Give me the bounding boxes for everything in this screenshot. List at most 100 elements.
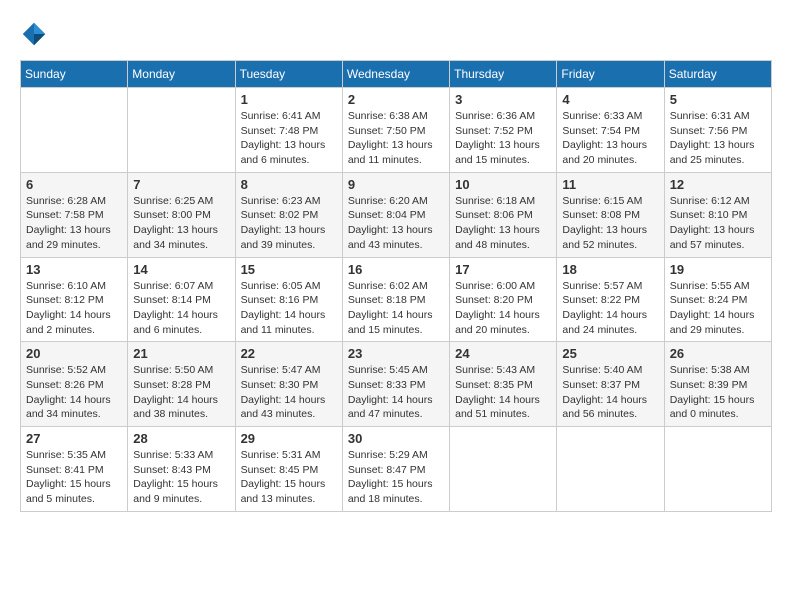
day-number: 7	[133, 177, 229, 192]
weekday-header-friday: Friday	[557, 61, 664, 88]
calendar-cell: 22 Sunrise: 5:47 AM Sunset: 8:30 PM Dayli…	[235, 342, 342, 427]
day-info: Sunrise: 6:36 AM Sunset: 7:52 PM Dayligh…	[455, 109, 551, 168]
weekday-header-thursday: Thursday	[450, 61, 557, 88]
day-info: Sunrise: 5:33 AM Sunset: 8:43 PM Dayligh…	[133, 448, 229, 507]
day-info: Sunrise: 5:40 AM Sunset: 8:37 PM Dayligh…	[562, 363, 658, 422]
weekday-header-row: SundayMondayTuesdayWednesdayThursdayFrid…	[21, 61, 772, 88]
calendar-cell: 17 Sunrise: 6:00 AM Sunset: 8:20 PM Dayli…	[450, 257, 557, 342]
weekday-header-saturday: Saturday	[664, 61, 771, 88]
day-info: Sunrise: 6:02 AM Sunset: 8:18 PM Dayligh…	[348, 279, 444, 338]
day-info: Sunrise: 5:57 AM Sunset: 8:22 PM Dayligh…	[562, 279, 658, 338]
day-number: 17	[455, 262, 551, 277]
calendar-cell	[664, 427, 771, 512]
day-number: 27	[26, 431, 122, 446]
calendar-cell: 21Sunrise: 5:50 AM Sunset: 8:28 PM Dayli…	[128, 342, 235, 427]
calendar: SundayMondayTuesdayWednesdayThursdayFrid…	[20, 60, 772, 512]
day-info: Sunrise: 5:38 AM Sunset: 8:39 PM Dayligh…	[670, 363, 766, 422]
day-number: 3	[455, 92, 551, 107]
day-info: Sunrise: 6:18 AM Sunset: 8:06 PM Dayligh…	[455, 194, 551, 253]
day-number: 5	[670, 92, 766, 107]
weekday-header-wednesday: Wednesday	[342, 61, 449, 88]
weekday-header-tuesday: Tuesday	[235, 61, 342, 88]
calendar-cell: 29Sunrise: 5:31 AM Sunset: 8:45 PM Dayli…	[235, 427, 342, 512]
day-number: 14	[133, 262, 229, 277]
calendar-week-5: 27 Sunrise: 5:35 AM Sunset: 8:41 PM Dayli…	[21, 427, 772, 512]
day-number: 13	[26, 262, 122, 277]
day-info: Sunrise: 6:05 AM Sunset: 8:16 PM Dayligh…	[241, 279, 337, 338]
calendar-cell	[557, 427, 664, 512]
calendar-cell: 12Sunrise: 6:12 AM Sunset: 8:10 PM Dayli…	[664, 172, 771, 257]
day-number: 28	[133, 431, 229, 446]
calendar-cell: 10 Sunrise: 6:18 AM Sunset: 8:06 PM Dayli…	[450, 172, 557, 257]
day-number: 10	[455, 177, 551, 192]
calendar-cell: 15 Sunrise: 6:05 AM Sunset: 8:16 PM Dayli…	[235, 257, 342, 342]
calendar-cell: 13 Sunrise: 6:10 AM Sunset: 8:12 PM Dayli…	[21, 257, 128, 342]
day-info: Sunrise: 6:23 AM Sunset: 8:02 PM Dayligh…	[241, 194, 337, 253]
calendar-cell	[128, 88, 235, 173]
calendar-cell: 11Sunrise: 6:15 AM Sunset: 8:08 PM Dayli…	[557, 172, 664, 257]
day-info: Sunrise: 6:38 AM Sunset: 7:50 PM Dayligh…	[348, 109, 444, 168]
day-number: 4	[562, 92, 658, 107]
calendar-cell: 4 Sunrise: 6:33 AM Sunset: 7:54 PM Daylig…	[557, 88, 664, 173]
day-info: Sunrise: 5:50 AM Sunset: 8:28 PM Dayligh…	[133, 363, 229, 422]
calendar-cell: 7 Sunrise: 6:25 AM Sunset: 8:00 PM Daylig…	[128, 172, 235, 257]
calendar-week-3: 13 Sunrise: 6:10 AM Sunset: 8:12 PM Dayli…	[21, 257, 772, 342]
day-number: 11	[562, 177, 658, 192]
day-number: 1	[241, 92, 337, 107]
day-number: 15	[241, 262, 337, 277]
day-info: Sunrise: 6:28 AM Sunset: 7:58 PM Dayligh…	[26, 194, 122, 253]
day-number: 2	[348, 92, 444, 107]
day-number: 6	[26, 177, 122, 192]
day-info: Sunrise: 5:45 AM Sunset: 8:33 PM Dayligh…	[348, 363, 444, 422]
day-number: 24	[455, 346, 551, 361]
calendar-cell: 5Sunrise: 6:31 AM Sunset: 7:56 PM Daylig…	[664, 88, 771, 173]
calendar-cell: 16 Sunrise: 6:02 AM Sunset: 8:18 PM Dayli…	[342, 257, 449, 342]
calendar-cell: 6 Sunrise: 6:28 AM Sunset: 7:58 PM Daylig…	[21, 172, 128, 257]
day-number: 30	[348, 431, 444, 446]
weekday-header-sunday: Sunday	[21, 61, 128, 88]
day-info: Sunrise: 5:35 AM Sunset: 8:41 PM Dayligh…	[26, 448, 122, 507]
day-info: Sunrise: 6:12 AM Sunset: 8:10 PM Dayligh…	[670, 194, 766, 253]
calendar-cell: 26 Sunrise: 5:38 AM Sunset: 8:39 PM Dayli…	[664, 342, 771, 427]
calendar-cell: 27 Sunrise: 5:35 AM Sunset: 8:41 PM Dayli…	[21, 427, 128, 512]
calendar-cell: 1 Sunrise: 6:41 AM Sunset: 7:48 PM Daylig…	[235, 88, 342, 173]
day-number: 8	[241, 177, 337, 192]
day-info: Sunrise: 5:43 AM Sunset: 8:35 PM Dayligh…	[455, 363, 551, 422]
day-number: 18	[562, 262, 658, 277]
calendar-cell: 9 Sunrise: 6:20 AM Sunset: 8:04 PM Daylig…	[342, 172, 449, 257]
day-number: 23	[348, 346, 444, 361]
page-header	[20, 20, 772, 48]
calendar-week-2: 6 Sunrise: 6:28 AM Sunset: 7:58 PM Daylig…	[21, 172, 772, 257]
logo	[20, 20, 52, 48]
calendar-cell	[21, 88, 128, 173]
calendar-week-1: 1 Sunrise: 6:41 AM Sunset: 7:48 PM Daylig…	[21, 88, 772, 173]
day-info: Sunrise: 5:29 AM Sunset: 8:47 PM Dayligh…	[348, 448, 444, 507]
day-number: 9	[348, 177, 444, 192]
calendar-cell: 25Sunrise: 5:40 AM Sunset: 8:37 PM Dayli…	[557, 342, 664, 427]
day-number: 16	[348, 262, 444, 277]
day-info: Sunrise: 6:41 AM Sunset: 7:48 PM Dayligh…	[241, 109, 337, 168]
day-info: Sunrise: 5:55 AM Sunset: 8:24 PM Dayligh…	[670, 279, 766, 338]
day-info: Sunrise: 5:52 AM Sunset: 8:26 PM Dayligh…	[26, 363, 122, 422]
calendar-cell: 2 Sunrise: 6:38 AM Sunset: 7:50 PM Daylig…	[342, 88, 449, 173]
day-info: Sunrise: 5:47 AM Sunset: 8:30 PM Dayligh…	[241, 363, 337, 422]
calendar-cell: 19Sunrise: 5:55 AM Sunset: 8:24 PM Dayli…	[664, 257, 771, 342]
logo-icon	[20, 20, 48, 48]
calendar-cell: 30 Sunrise: 5:29 AM Sunset: 8:47 PM Dayli…	[342, 427, 449, 512]
day-number: 22	[241, 346, 337, 361]
day-info: Sunrise: 6:20 AM Sunset: 8:04 PM Dayligh…	[348, 194, 444, 253]
day-number: 20	[26, 346, 122, 361]
calendar-cell	[450, 427, 557, 512]
calendar-cell: 23 Sunrise: 5:45 AM Sunset: 8:33 PM Dayli…	[342, 342, 449, 427]
day-info: Sunrise: 6:25 AM Sunset: 8:00 PM Dayligh…	[133, 194, 229, 253]
weekday-header-monday: Monday	[128, 61, 235, 88]
day-number: 29	[241, 431, 337, 446]
calendar-cell: 24 Sunrise: 5:43 AM Sunset: 8:35 PM Dayli…	[450, 342, 557, 427]
day-info: Sunrise: 6:10 AM Sunset: 8:12 PM Dayligh…	[26, 279, 122, 338]
day-info: Sunrise: 6:07 AM Sunset: 8:14 PM Dayligh…	[133, 279, 229, 338]
calendar-cell: 20 Sunrise: 5:52 AM Sunset: 8:26 PM Dayli…	[21, 342, 128, 427]
day-info: Sunrise: 6:00 AM Sunset: 8:20 PM Dayligh…	[455, 279, 551, 338]
calendar-cell: 18 Sunrise: 5:57 AM Sunset: 8:22 PM Dayli…	[557, 257, 664, 342]
day-info: Sunrise: 6:33 AM Sunset: 7:54 PM Dayligh…	[562, 109, 658, 168]
day-number: 26	[670, 346, 766, 361]
